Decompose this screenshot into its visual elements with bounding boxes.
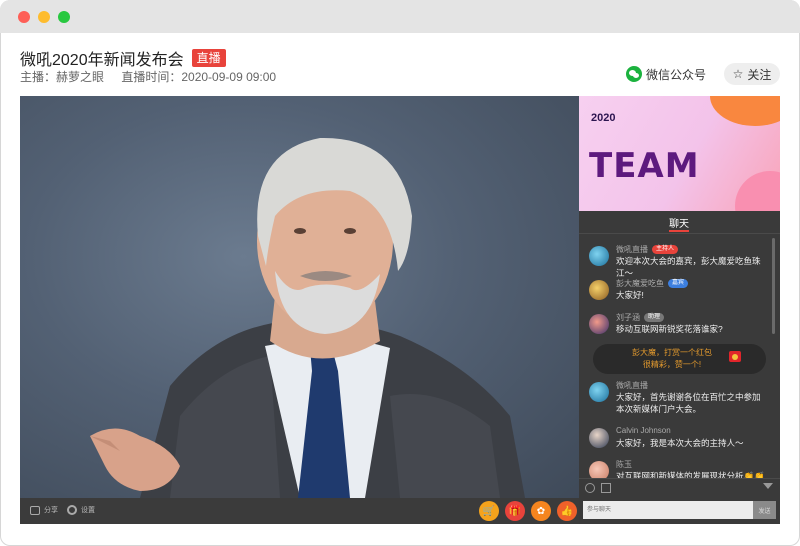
event-banner: 2020 TEAM [579, 96, 780, 211]
emoji-icon[interactable] [585, 483, 595, 493]
chat-tab-bar: 聊天 [579, 211, 780, 234]
send-button[interactable]: 发送 [753, 501, 776, 519]
role-badge: 主持人 [652, 245, 679, 255]
broadcast-time: 直播时间：2020-09-09 09:00 [121, 70, 277, 84]
image-icon[interactable] [601, 483, 611, 493]
title-bar [0, 0, 800, 33]
red-packet-text: 彭大魔，打赏一个红包 很精彩，赞一个! [632, 348, 712, 369]
message-text: 大家好，我是本次大会的主持人～ [616, 438, 744, 448]
role-badge: 助理 [644, 313, 665, 323]
share-label: 分享 [44, 507, 58, 514]
message-author: 微吼直播 [616, 381, 648, 390]
settings-button[interactable]: 设置 [67, 505, 95, 515]
video-player[interactable] [20, 96, 579, 498]
player-control-bar: 分享 设置 🛒 🎁 ✿ 👍 [20, 498, 579, 524]
maximize-window-button[interactable] [58, 11, 70, 23]
gift-icon: 🎁 [508, 505, 522, 517]
filter-icon[interactable] [763, 483, 773, 489]
close-window-button[interactable] [18, 11, 30, 23]
minimize-window-button[interactable] [38, 11, 50, 23]
star-icon: ☆ [732, 67, 744, 81]
message-text: 移动互联网新锐奖花落谁家? [616, 324, 723, 334]
banner-decoration [710, 96, 780, 126]
message-author: 陈玉 [616, 460, 632, 469]
active-tab-indicator [669, 230, 689, 232]
message-author: 微吼直播 主持人 [616, 244, 679, 255]
chat-scrollbar[interactable] [772, 238, 775, 334]
banner-year: 2020 [591, 112, 616, 124]
role-badge: 嘉宾 [668, 279, 689, 289]
host-name: 主播：赫萝之眼 [20, 70, 105, 84]
tab-chat[interactable]: 聊天 [669, 215, 689, 230]
page-title: 微吼2020年新闻发布会 [20, 52, 184, 69]
chat-toolbar [579, 478, 780, 497]
banner-title: TEAM [589, 146, 700, 186]
avatar [589, 314, 609, 334]
chat-input[interactable] [583, 501, 753, 519]
avatar [589, 246, 609, 266]
like-icon: 👍 [560, 505, 574, 517]
message-author: 彭大魔爱吃鱼 嘉宾 [616, 278, 689, 289]
message-text: 欢迎本次大会的嘉宾，彭大魔爱吃鱼珠江～ [616, 256, 761, 278]
avatar [589, 382, 609, 402]
wechat-account-button[interactable]: 微信公众号 [626, 64, 706, 84]
avatar [589, 461, 609, 478]
app-window: 微吼2020年新闻发布会 直播 主播：赫萝之眼 直播时间：2020-09-09 … [0, 0, 800, 546]
page-title-row: 微吼2020年新闻发布会 直播 [20, 46, 226, 70]
film-button[interactable]: ✿ [531, 501, 551, 521]
wechat-label: 微信公众号 [646, 67, 707, 82]
film-icon: ✿ [536, 505, 546, 517]
chat-sidebar: 2020 TEAM 聊天 微吼直播 主持人 欢迎本次大会的嘉宾，彭大魔爱吃鱼珠江～… [579, 96, 780, 524]
chat-input-row: 发送 [583, 501, 776, 519]
avatar [589, 428, 609, 448]
message-text: 大家好，首先谢谢各位在百忙之中参加本次新媒体门户大会。 [616, 392, 761, 414]
settings-label: 设置 [81, 507, 95, 514]
follow-label: 关注 [747, 67, 772, 82]
wechat-icon [626, 66, 642, 82]
message-text: 大家好! [616, 290, 644, 300]
gift-button[interactable]: 🎁 [505, 501, 525, 521]
share-button[interactable]: 分享 [30, 505, 58, 515]
follow-button[interactable]: ☆ 关注 [724, 63, 780, 85]
gear-icon [67, 505, 77, 515]
cart-button[interactable]: 🛒 [479, 501, 499, 521]
like-button[interactable]: 👍 [557, 501, 577, 521]
share-icon [30, 505, 40, 515]
live-badge: 直播 [191, 49, 226, 67]
red-packet-icon [729, 351, 741, 362]
broadcast-meta: 主播：赫萝之眼 直播时间：2020-09-09 09:00 [20, 68, 290, 85]
banner-decoration [735, 171, 780, 211]
red-packet-notice[interactable]: 彭大魔，打赏一个红包 很精彩，赞一个! [593, 344, 766, 374]
presenter-video-frame [90, 137, 525, 498]
message-author: 刘子涵 助理 [616, 312, 665, 323]
avatar [589, 280, 609, 300]
message-author: Calvin Johnson [616, 426, 671, 435]
message-text: 对互联网和新媒体的发展现状分析👏👏 [616, 471, 765, 478]
cart-icon: 🛒 [482, 505, 496, 517]
